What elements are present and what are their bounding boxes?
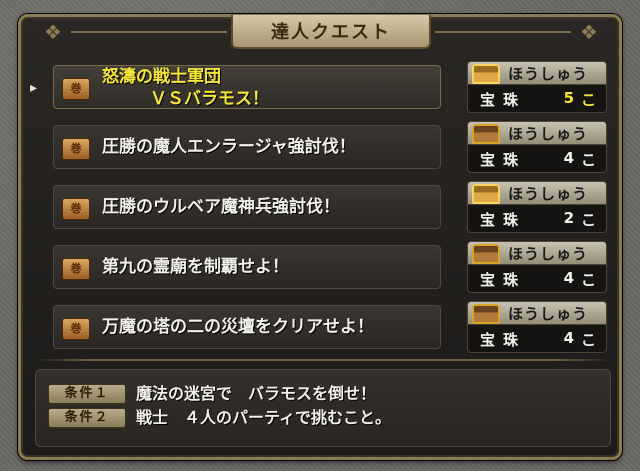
reward-header: ほうしゅう — [467, 241, 607, 265]
treasure-chest-icon — [472, 64, 500, 84]
treasure-chest-icon — [472, 304, 500, 324]
quest-bar[interactable]: 巻 第九の霊廟を制覇せよ！ — [53, 245, 441, 289]
condition-tag: 条件１ — [48, 384, 126, 404]
scroll-icon: 巻 — [62, 138, 90, 160]
quest-bar[interactable]: 巻 圧勝のウルベア魔神兵強討伐！ — [53, 185, 441, 229]
conditions-panel: 条件１ 魔法の迷宮で バラモスを倒せ！ 条件２ 戦士 ４人のパーティで挑むこと。 — [35, 369, 611, 447]
reward-box: ほうしゅう 宝珠 5 こ — [467, 61, 607, 113]
scroll-icon: 巻 — [62, 78, 90, 100]
condition-tag: 条件２ — [48, 408, 126, 428]
divider — [35, 359, 611, 361]
reward-header: ほうしゅう — [467, 61, 607, 85]
master-quest-window: ❖ 達人クエスト ❖ ▸ 巻 怒濤の戦士軍団 ＶＳバラモス！ ほうしゅう 宝珠 — [18, 14, 622, 460]
quest-bar[interactable]: 巻 万魔の塔の二の災壇をクリアせよ！ — [53, 305, 441, 349]
reward-body: 宝珠 4 こ — [467, 265, 607, 293]
reward-count: 5 — [563, 89, 574, 107]
quest-row[interactable]: 巻 圧勝のウルベア魔神兵強討伐！ ほうしゅう 宝珠 2 こ — [49, 181, 607, 239]
scroll-icon: 巻 — [62, 318, 90, 340]
reward-box: ほうしゅう 宝珠 4 こ — [467, 241, 607, 293]
reward-body: 宝珠 4 こ — [467, 145, 607, 173]
reward-count: 4 — [563, 149, 574, 167]
ornament-left-icon: ❖ — [44, 20, 62, 44]
reward-body: 宝珠 5 こ — [467, 85, 607, 113]
quest-row[interactable]: 巻 万魔の塔の二の災壇をクリアせよ！ ほうしゅう 宝珠 4 こ — [49, 301, 607, 359]
quest-name-line1: 怒濤の戦士軍団 — [102, 67, 221, 87]
quest-bar[interactable]: ▸ 巻 怒濤の戦士軍団 ＶＳバラモス！ — [30, 65, 442, 110]
reward-label: 宝珠 — [480, 211, 527, 229]
treasure-chest-icon — [472, 124, 500, 144]
reward-unit: こ — [580, 211, 596, 229]
quest-name: 怒濤の戦士軍団 ＶＳバラモス！ — [102, 66, 442, 110]
scroll-icon: 巻 — [62, 258, 90, 280]
reward-label: 宝珠 — [480, 331, 527, 349]
quest-name: 圧勝のウルベア魔神兵強討伐！ — [102, 197, 340, 217]
reward-label: 宝珠 — [480, 271, 527, 289]
reward-header: ほうしゅう — [467, 181, 607, 205]
reward-name: ほうしゅう — [508, 65, 589, 83]
condition-row: 条件１ 魔法の迷宮で バラモスを倒せ！ — [48, 384, 598, 406]
reward-box: ほうしゅう 宝珠 4 こ — [467, 121, 607, 173]
condition-text: 戦士 ４人のパーティで挑むこと。 — [136, 408, 392, 427]
scroll-icon: 巻 — [62, 198, 90, 220]
title-rule-right — [435, 31, 571, 33]
title-plate: 達人クエスト — [231, 15, 431, 49]
reward-label: 宝珠 — [480, 91, 527, 109]
reward-header: ほうしゅう — [467, 121, 607, 145]
reward-body: 宝珠 2 こ — [467, 205, 607, 233]
reward-name: ほうしゅう — [508, 305, 589, 323]
quest-list: ▸ 巻 怒濤の戦士軍団 ＶＳバラモス！ ほうしゅう 宝珠 5 こ 巻 圧勝の魔人… — [30, 61, 607, 361]
quest-row[interactable]: 巻 圧勝の魔人エンラージャ強討伐！ ほうしゅう 宝珠 4 こ — [49, 121, 607, 179]
reward-unit: こ — [580, 151, 596, 169]
window-title: 達人クエスト — [271, 22, 391, 43]
reward-unit: こ — [580, 331, 596, 349]
quest-bar[interactable]: 巻 圧勝の魔人エンラージャ強討伐！ — [53, 125, 441, 169]
reward-box: ほうしゅう 宝珠 4 こ — [467, 301, 607, 353]
pointer-icon: ▸ — [30, 80, 38, 96]
reward-name: ほうしゅう — [508, 125, 589, 143]
quest-row[interactable]: ▸ 巻 怒濤の戦士軍団 ＶＳバラモス！ ほうしゅう 宝珠 5 こ — [30, 61, 607, 119]
reward-unit: こ — [580, 271, 596, 289]
condition-row: 条件２ 戦士 ４人のパーティで挑むこと。 — [48, 408, 598, 430]
quest-name: 第九の霊廟を制覇せよ！ — [102, 257, 289, 277]
ornament-right-icon: ❖ — [580, 20, 598, 44]
reward-box: ほうしゅう 宝珠 2 こ — [467, 181, 607, 233]
reward-name: ほうしゅう — [508, 245, 589, 263]
reward-unit: こ — [580, 91, 596, 109]
reward-count: 4 — [563, 329, 574, 347]
reward-body: 宝珠 4 こ — [467, 325, 607, 353]
title-rule-left — [71, 31, 227, 33]
reward-header: ほうしゅう — [467, 301, 607, 325]
reward-count: 4 — [563, 269, 574, 287]
reward-label: 宝珠 — [480, 151, 527, 169]
treasure-chest-icon — [472, 184, 500, 204]
reward-count: 2 — [563, 209, 574, 227]
quest-name: 圧勝の魔人エンラージャ強討伐！ — [102, 137, 356, 157]
reward-name: ほうしゅう — [508, 185, 589, 203]
condition-text: 魔法の迷宮で バラモスを倒せ！ — [136, 384, 377, 403]
treasure-chest-icon — [472, 244, 500, 264]
quest-name: 万魔の塔の二の災壇をクリアせよ！ — [102, 317, 374, 337]
quest-row[interactable]: 巻 第九の霊廟を制覇せよ！ ほうしゅう 宝珠 4 こ — [49, 241, 607, 299]
quest-name-line2: ＶＳバラモス！ — [150, 89, 269, 109]
